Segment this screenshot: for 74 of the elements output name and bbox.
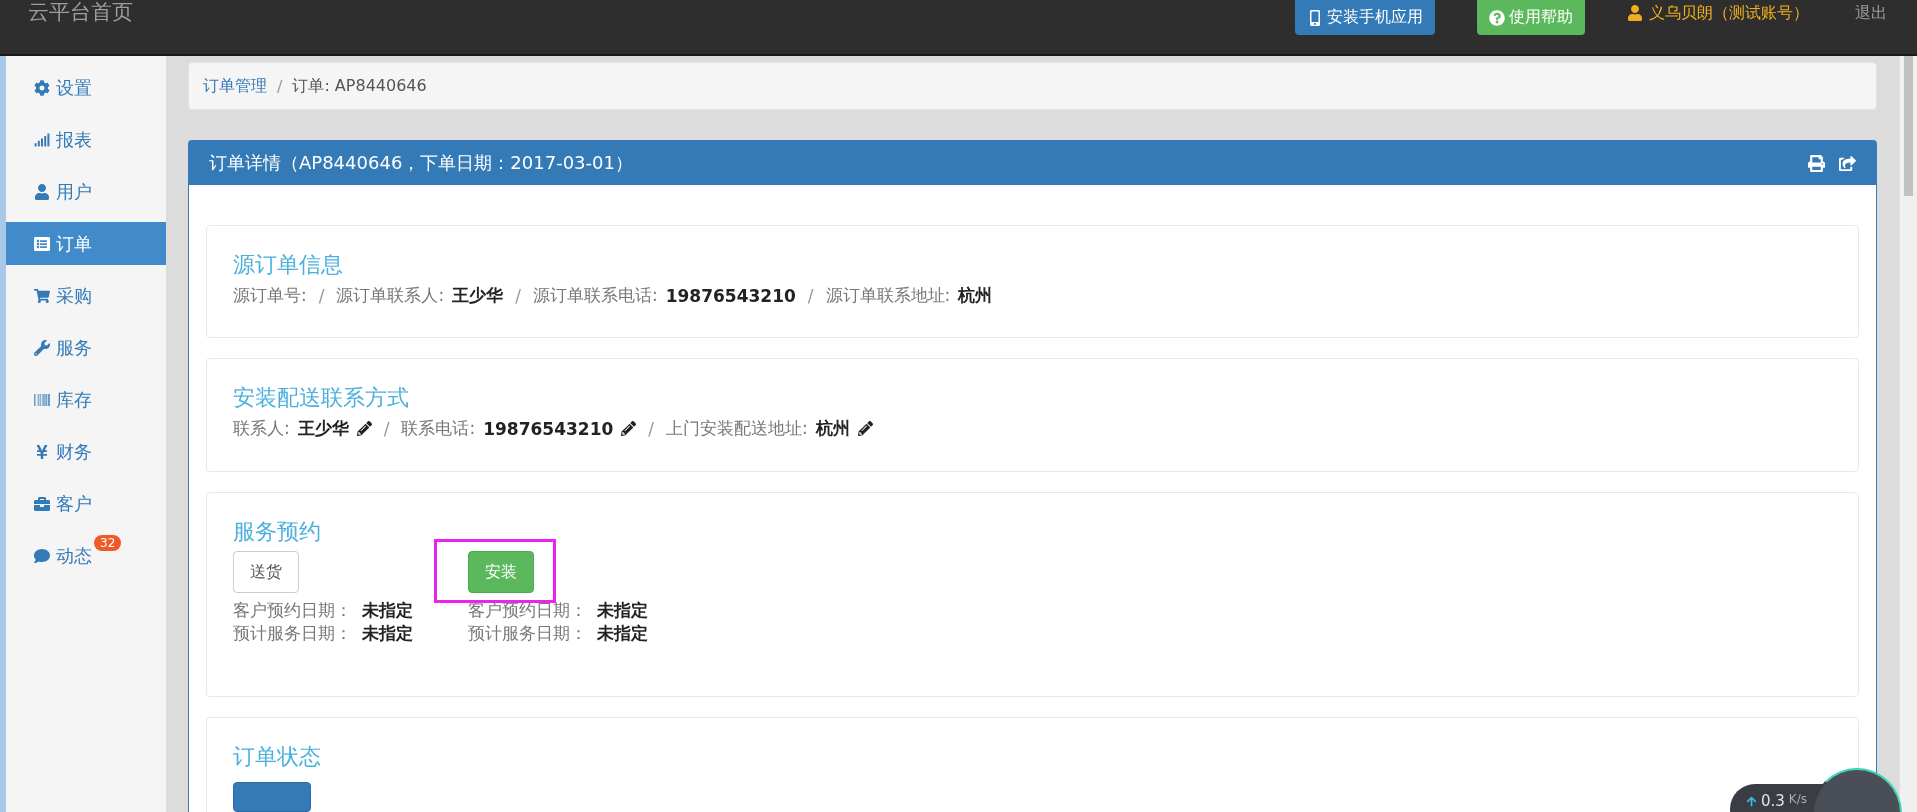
sidebar-item[interactable]: 采购 xyxy=(6,274,166,317)
field-value: 未指定 xyxy=(362,599,413,622)
scrollbar-thumb[interactable] xyxy=(1904,56,1913,196)
field-value: 未指定 xyxy=(362,622,413,645)
sidebar-item[interactable]: 报表 xyxy=(6,118,166,161)
sidebar-item[interactable]: 库存 xyxy=(6,378,166,421)
pencil-icon[interactable] xyxy=(857,421,873,436)
section-title: 源订单信息 xyxy=(233,251,344,279)
logout-link[interactable]: 退出 xyxy=(1855,0,1887,26)
field-label: 联系电话: xyxy=(401,417,476,440)
speed-value: 0.3 xyxy=(1761,792,1785,810)
sidebar-item[interactable]: 动态 32 xyxy=(6,534,166,577)
field-value: 杭州 xyxy=(815,417,850,440)
sidebar-item[interactable]: 服务 xyxy=(6,326,166,369)
field-value: 杭州 xyxy=(958,284,993,307)
field-label: 源订单号: xyxy=(233,284,307,307)
list-icon xyxy=(34,235,50,252)
wrench-icon xyxy=(34,339,50,356)
help-icon xyxy=(1489,9,1505,26)
field-value: 王少华 xyxy=(452,284,504,307)
pencil-icon[interactable] xyxy=(621,421,637,436)
phone-icon xyxy=(1307,9,1323,26)
panel-title: 订单详情（AP8440646，下单日期：2017-03-01） xyxy=(209,151,634,175)
field-label: 源订单联系地址: xyxy=(825,284,951,307)
breadcrumb-current: 订单: AP8440646 xyxy=(292,75,427,97)
service-button[interactable]: 送货 xyxy=(233,551,299,593)
user-icon xyxy=(1627,5,1643,21)
bar-chart-icon xyxy=(34,131,50,148)
field-label: 预计服务日期： xyxy=(468,622,587,645)
separator: / xyxy=(383,418,390,439)
sidebar-item[interactable]: 财务 xyxy=(6,430,166,473)
upload-arrow-icon xyxy=(1746,796,1757,807)
barcode-icon xyxy=(34,391,50,408)
separator: / xyxy=(648,418,655,439)
field-value: 未指定 xyxy=(597,622,648,645)
count-badge: 32 xyxy=(94,535,122,551)
field-value: 19876543210 xyxy=(483,418,614,439)
field-label: 源订单联系电话: xyxy=(532,284,658,307)
field-label: 客户预约日期： xyxy=(468,599,587,622)
field-value: 19876543210 xyxy=(665,285,796,306)
field-label: 联系人: xyxy=(233,417,290,440)
separator: / xyxy=(807,285,814,306)
sidebar-item[interactable]: 客户 xyxy=(6,482,166,525)
separator: / xyxy=(277,76,283,96)
share-icon[interactable] xyxy=(1839,154,1856,172)
cart-icon xyxy=(34,287,50,304)
separator: / xyxy=(318,285,325,306)
section-title: 安装配送联系方式 xyxy=(233,384,410,412)
section-title: 服务预约 xyxy=(233,518,322,546)
breadcrumb-link[interactable]: 订单管理 xyxy=(203,75,267,97)
field-label: 预计服务日期： xyxy=(233,622,352,645)
settings-icon xyxy=(34,79,50,96)
section-title: 订单状态 xyxy=(233,743,322,771)
sidebar-item[interactable]: 订单 xyxy=(6,222,166,265)
header-button[interactable]: 使用帮助 xyxy=(1477,0,1585,35)
field-label: 上门安装配送地址: xyxy=(666,417,808,440)
field-label: 客户预约日期： xyxy=(233,599,352,622)
speech-bubble-icon xyxy=(34,547,50,564)
field-value: 王少华 xyxy=(297,417,349,440)
separator: / xyxy=(515,285,521,306)
print-icon[interactable] xyxy=(1808,154,1825,172)
field-value: 未指定 xyxy=(597,599,648,622)
service-button[interactable]: 安装 xyxy=(468,551,534,593)
user-icon xyxy=(34,183,50,200)
briefcase-icon xyxy=(34,495,50,512)
sidebar-item[interactable]: 设置 xyxy=(6,66,166,109)
sidebar-item[interactable]: 用户 xyxy=(6,170,166,213)
field-label: 源订单联系人: xyxy=(336,284,445,307)
header-button[interactable]: 安装手机应用 xyxy=(1295,0,1435,35)
user-name[interactable]: 义乌贝朗（测试账号） xyxy=(1649,2,1809,24)
yen-icon xyxy=(34,443,50,460)
pencil-icon[interactable] xyxy=(356,421,372,436)
speed-unit: K/s xyxy=(1788,792,1808,806)
app-title[interactable]: 云平台首页 xyxy=(28,0,1295,26)
